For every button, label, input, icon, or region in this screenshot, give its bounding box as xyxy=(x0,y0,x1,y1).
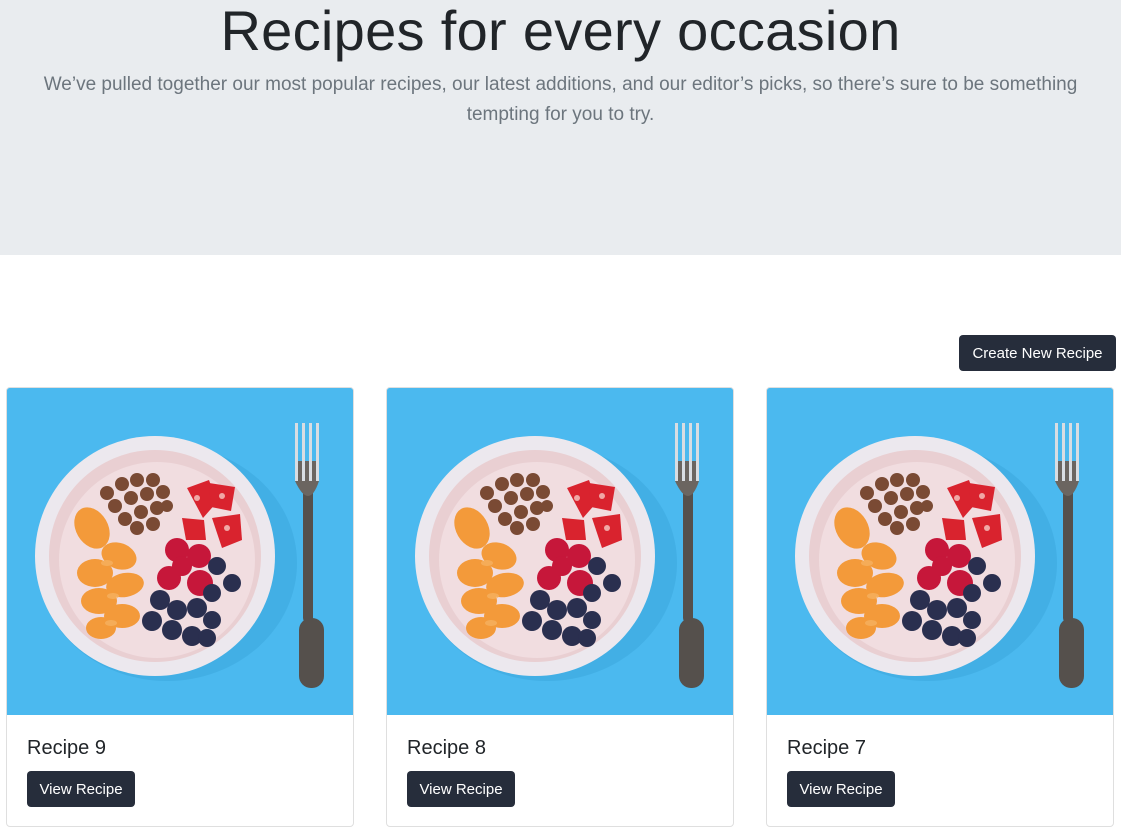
recipe-title: Recipe 8 xyxy=(407,737,486,759)
hero-banner: Recipes for every occasion We’ve pulled … xyxy=(0,0,1121,255)
recipe-card: Recipe 8 View Recipe xyxy=(386,387,734,827)
recipe-title: Recipe 7 xyxy=(787,737,866,759)
view-recipe-button[interactable]: View Recipe xyxy=(407,771,515,807)
recipe-card: Recipe 9 View Recipe xyxy=(6,387,354,827)
recipe-image xyxy=(387,388,733,715)
page-title: Recipes for every occasion xyxy=(220,0,901,62)
hero-lead-text: We’ve pulled together our most popular r… xyxy=(43,74,1078,125)
recipe-image xyxy=(767,388,1113,715)
view-recipe-button[interactable]: View Recipe xyxy=(27,771,135,807)
view-recipe-button[interactable]: View Recipe xyxy=(787,771,895,807)
create-new-recipe-button[interactable]: Create New Recipe xyxy=(959,335,1116,371)
recipe-image xyxy=(7,388,353,715)
recipe-title: Recipe 9 xyxy=(27,737,106,759)
recipe-card: Recipe 7 View Recipe xyxy=(766,387,1114,827)
